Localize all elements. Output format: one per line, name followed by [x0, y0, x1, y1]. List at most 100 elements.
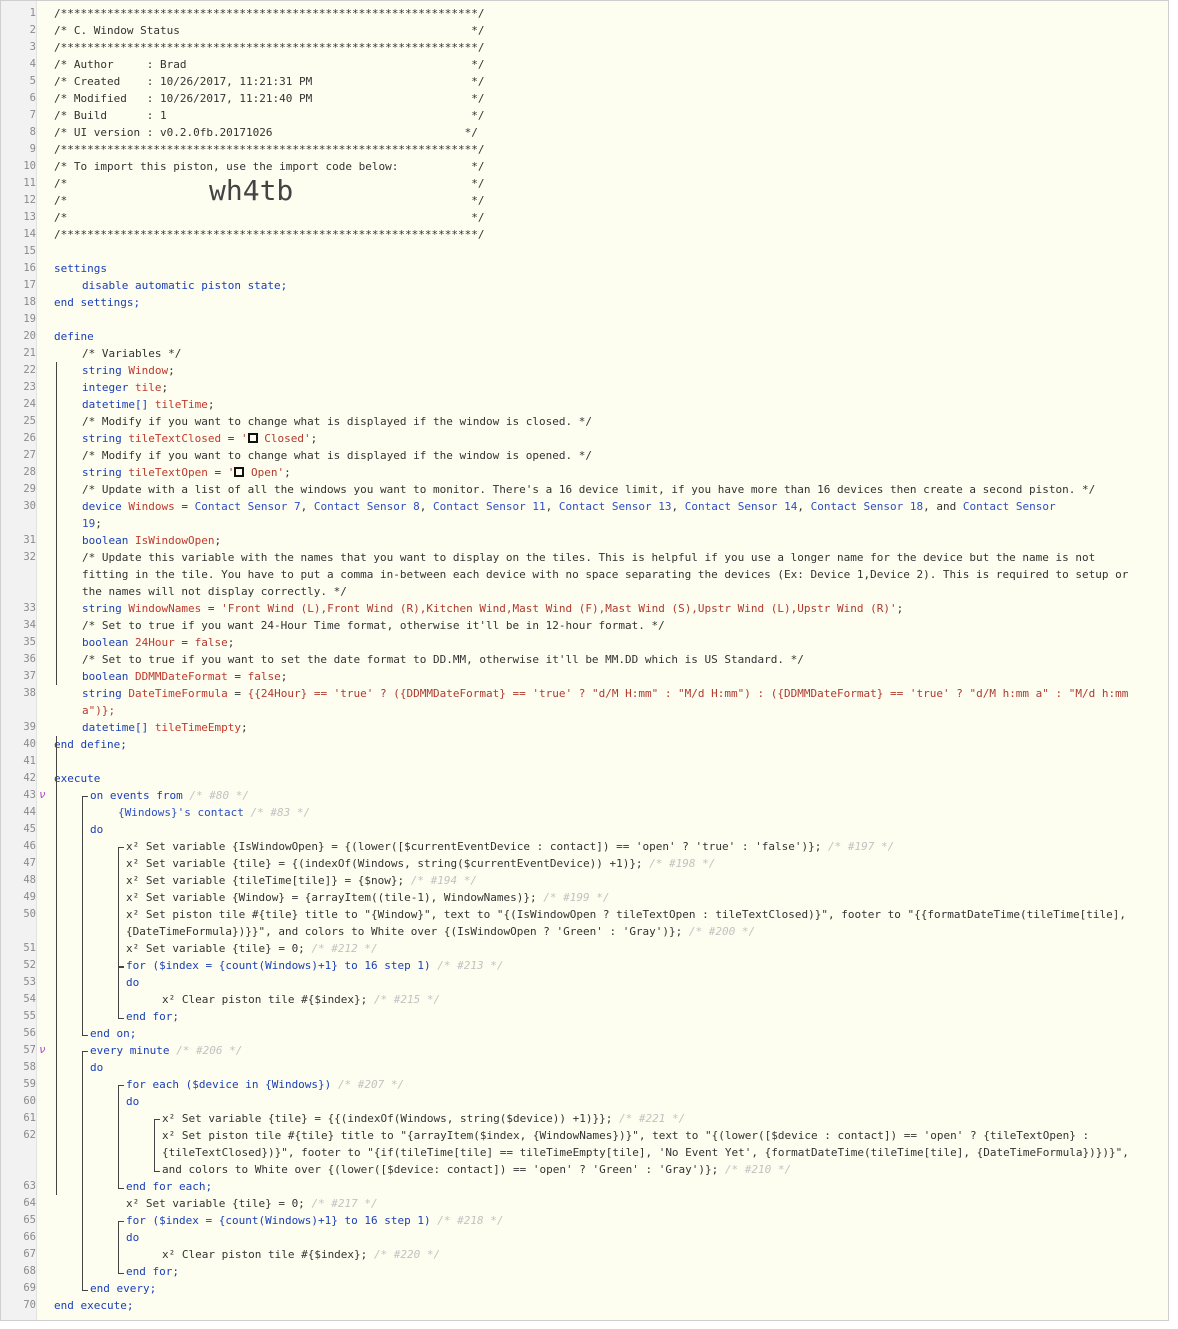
code-text: string Window; — [82, 364, 175, 377]
line-number: 37 — [23, 670, 36, 682]
code-text: x² Set variable {tileTime[tile]} = {$now… — [126, 872, 477, 889]
text: for ($index = {count(Windows)+1} to 16 s… — [126, 1214, 431, 1227]
text: end for each; — [126, 1180, 213, 1193]
text: x² Set variable {tile} = 0; — [126, 1197, 305, 1210]
device-name[interactable]: Contact Sensor 7 — [195, 500, 301, 513]
line-number: 7 — [29, 109, 36, 121]
code-line: 12/* */wh4tb — [1, 177, 1168, 209]
code-text: execute — [54, 770, 100, 787]
code-text: x² Set variable {tile} = {(indexOf(Windo… — [126, 855, 715, 872]
text: end for; — [126, 1010, 179, 1023]
code-text: and colors to White over {(lower([$devic… — [162, 1161, 791, 1178]
code-text: boolean 24Hour = false; — [82, 636, 235, 649]
text: x² Set piston tile #{tile} title to "{ar… — [162, 1129, 1090, 1142]
code-line: 54 x² Clear piston tile #{$index}; /* #21… — [1, 991, 1168, 1008]
code-line: 50 x² Set piston tile #{tile} title to "{… — [1, 906, 1168, 923]
code-line: 22 string Window; — [1, 362, 1168, 379]
code-text: the names will not display correctly. */ — [82, 583, 347, 600]
block-bracket — [82, 1051, 88, 1291]
code-line: 41 — [1, 753, 1168, 770]
text: /***************************************… — [54, 41, 485, 54]
code-line: 19; — [1, 515, 1168, 532]
block-guide — [56, 736, 57, 1195]
line-number: 61 — [23, 1112, 36, 1124]
statement-id-hint: /* #83 */ — [250, 806, 311, 819]
text: 'Front Wind (L),Front Wind (R),Kitchen W… — [221, 602, 897, 615]
code-text: do — [126, 1229, 139, 1246]
line-number: 42 — [23, 772, 36, 784]
device-name[interactable]: Contact Sensor 14 — [685, 500, 798, 513]
code-text: /* Modify if you want to change what is … — [82, 413, 592, 430]
line-number: 52 — [23, 959, 36, 971]
code-line: 55 end for; — [1, 1008, 1168, 1025]
code-text: a")}; — [82, 702, 115, 719]
text: end every; — [90, 1282, 157, 1295]
code-text: /* Update this variable with the names t… — [82, 549, 1095, 566]
line-number: 24 — [23, 398, 36, 410]
text: /* Set to true if you want 24-Hour Time … — [82, 619, 665, 632]
code-text: x² Set variable {tile} = 0; /* #217 */ — [126, 1195, 378, 1212]
code-editor[interactable]: 1 /**************************************… — [0, 0, 1169, 1321]
line-number: 60 — [23, 1095, 36, 1107]
line-number: 31 — [23, 534, 36, 546]
text: {Windows}'s contact — [118, 806, 244, 819]
line-number: 36 — [23, 653, 36, 665]
text: execute — [54, 772, 101, 785]
line-number: 13 — [23, 211, 36, 223]
line-number: 50 — [23, 908, 36, 920]
line-number: 35 — [23, 636, 36, 648]
text: x² Set variable {tile} = {(indexOf(Windo… — [126, 857, 643, 870]
code-text: /* Variables */ — [82, 345, 181, 362]
line-number: 15 — [23, 245, 36, 257]
text: end settings; — [54, 296, 141, 309]
line-number: 16 — [23, 262, 36, 274]
device-name[interactable]: Contact Sensor 13 — [559, 500, 672, 513]
device-name[interactable]: Contact Sensor 11 — [433, 500, 546, 513]
code-text: x² Set variable {IsWindowOpen} = {(lower… — [126, 838, 894, 855]
code-text: /***************************************… — [54, 226, 484, 243]
line-number: 62 — [23, 1129, 36, 1141]
text: /* Modified : 10/26/2017, 11:21:40 PM */ — [54, 92, 485, 105]
code-text: /* Set to true if you want to set the da… — [82, 651, 804, 668]
text: define — [54, 330, 94, 343]
code-line: 8 /* UI version : v0.2.0fb.20171026 */ — [1, 124, 1168, 141]
text: x² Set variable {tile} = {{(indexOf(Wind… — [162, 1112, 613, 1125]
line-number: 43 — [23, 789, 36, 801]
code-line: 49 x² Set variable {Window} = {arrayItem(… — [1, 889, 1168, 906]
text: /* Update with a list of all the windows… — [82, 483, 1096, 496]
code-text: every minute /* #206 */ — [90, 1042, 242, 1059]
code-text: for ($index = {count(Windows)+1} to 16 s… — [126, 1212, 504, 1229]
device-name[interactable]: Contact Sensor 18 — [811, 500, 924, 513]
line-number: 32 — [23, 551, 36, 563]
code-text: string tileTextClosed = ' Closed'; — [82, 432, 318, 445]
code-line: 31 boolean IsWindowOpen; — [1, 532, 1168, 549]
code-line: 70 end execute; — [1, 1297, 1168, 1314]
line-number: 12 — [23, 194, 36, 206]
code-text: end for; — [126, 1008, 179, 1025]
code-line: 29 /* Update with a list of all the windo… — [1, 481, 1168, 498]
line-number: 1 — [29, 7, 36, 19]
text: /* Modify if you want to change what is … — [82, 415, 592, 428]
text: do — [126, 976, 140, 989]
text: /* Modify if you want to change what is … — [82, 449, 592, 462]
line-number: 59 — [23, 1078, 36, 1090]
code-line: 19 — [1, 311, 1168, 328]
line-number: 9 — [29, 143, 36, 155]
device-name[interactable]: Contact Sensor — [963, 500, 1056, 513]
line-number: 68 — [23, 1265, 36, 1277]
device-name[interactable]: 19 — [82, 517, 95, 530]
code-line: 32 /* Update this variable with the names… — [1, 549, 1168, 566]
code-line: 58 do — [1, 1059, 1168, 1076]
line-number: 55 — [23, 1010, 36, 1022]
line-number: 3 — [29, 41, 36, 53]
code-line: 35 boolean 24Hour = false; — [1, 634, 1168, 651]
line-number: 63 — [23, 1180, 36, 1192]
code-line: 66 do — [1, 1229, 1168, 1246]
line-number: 58 — [23, 1061, 36, 1073]
statement-id-hint: /* #217 */ — [311, 1197, 378, 1210]
text: /* To import this piston, use the import… — [54, 160, 485, 173]
device-name[interactable]: Contact Sensor 8 — [314, 500, 420, 513]
line-number: 23 — [23, 381, 36, 393]
code-text: define — [54, 328, 94, 345]
text: on events from — [90, 789, 183, 802]
